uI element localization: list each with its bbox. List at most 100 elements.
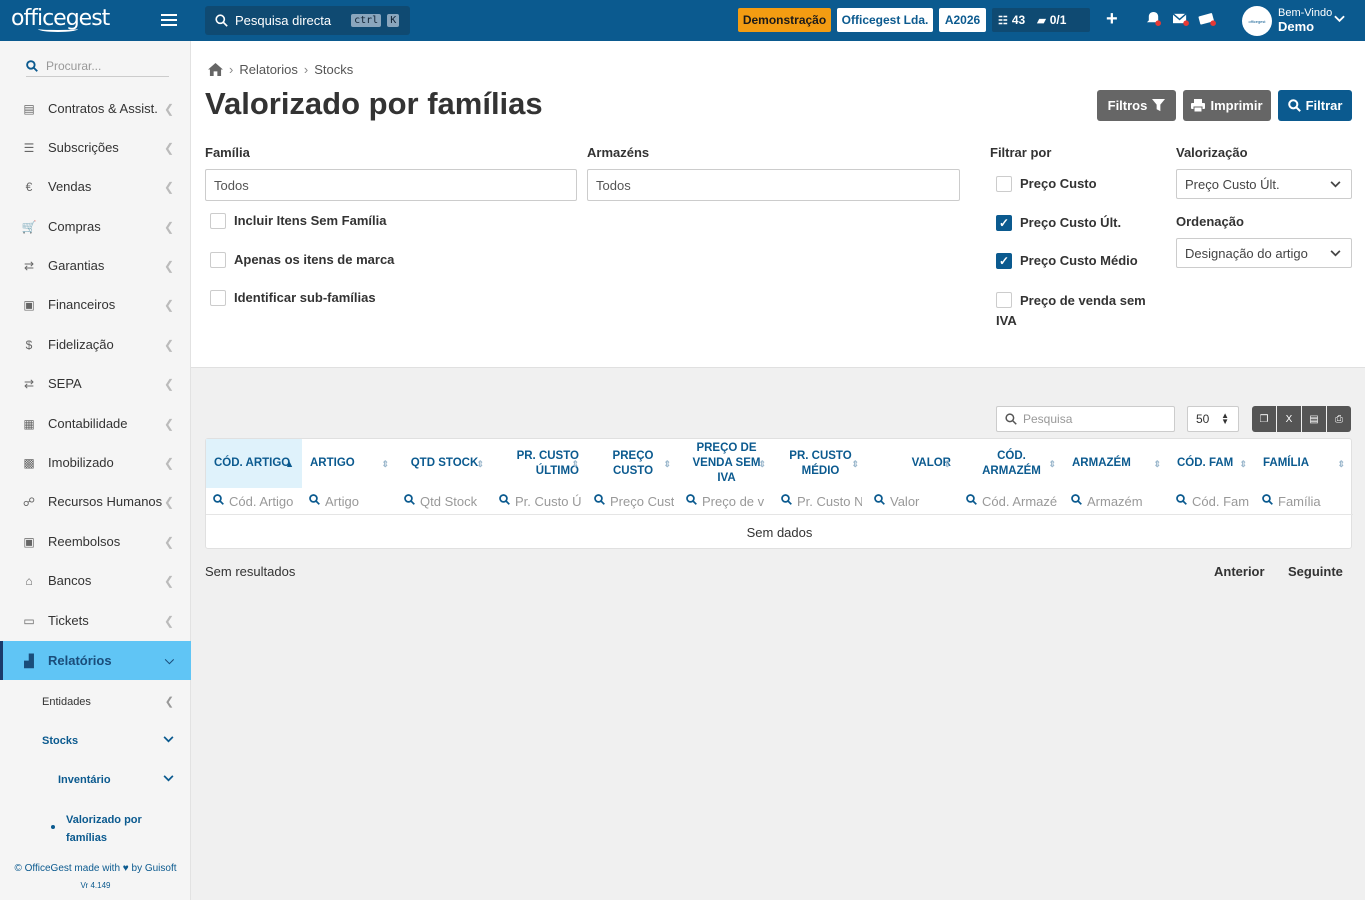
page-size-select[interactable]: 50 ▲ ▼ — [1187, 406, 1239, 432]
sidebar-item-contratos-assist-[interactable]: ▤ Contratos & Assist. ❮ — [0, 89, 191, 128]
column-header[interactable]: VALOR ⇕ — [867, 439, 959, 488]
sort-icon[interactable]: ▲ — [285, 457, 294, 472]
table-search-input[interactable]: Pesquisa — [996, 406, 1175, 432]
sort-icon[interactable]: ⇕ — [1048, 457, 1056, 472]
sidebar-sub-entidades[interactable]: Entidades ❮ — [0, 682, 191, 721]
sort-icon[interactable]: ⇕ — [1239, 457, 1247, 472]
sidebar-item-recursos-humanos[interactable]: ☍ Recursos Humanos ❮ — [0, 482, 191, 521]
column-header[interactable]: PREÇO CUSTO ⇕ — [587, 439, 679, 488]
prev-page-button[interactable]: Anterior — [1214, 564, 1265, 579]
print-table-icon[interactable]: ⎙ — [1327, 406, 1351, 432]
chevron-down-icon[interactable] — [1334, 15, 1345, 23]
column-filter-input[interactable]: Preço de v — [686, 488, 769, 514]
checkbox-box[interactable] — [210, 252, 226, 268]
sidebar-item-bancos[interactable]: ⌂ Bancos ❮ — [0, 561, 191, 600]
sidebar-item-relatórios[interactable]: ▟ Relatórios ⌵ — [0, 641, 191, 680]
sidebar-item-subscrições[interactable]: ☰ Subscrições ❮ — [0, 128, 191, 167]
sidebar-sub-stocks[interactable]: Stocks — [0, 721, 191, 760]
checkbox-box[interactable] — [996, 176, 1012, 192]
checkbox-preco-custo[interactable]: Preço Custo — [996, 176, 1097, 192]
column-header[interactable]: PREÇO DE VENDA SEM IVA ⇕ — [679, 439, 774, 488]
footer-credit[interactable]: © OfficeGest made with ♥ by Guisoft — [0, 863, 191, 874]
checkbox-preco-venda[interactable]: Preço de venda sem IVA — [996, 291, 1156, 331]
column-filter-input[interactable]: Cód. Armazé — [966, 488, 1059, 514]
menu-toggle-icon[interactable] — [161, 14, 177, 26]
sidebar-item-fidelização[interactable]: $ Fidelização ❮ — [0, 325, 191, 364]
sidebar-item-tickets[interactable]: ▭ Tickets ❮ — [0, 601, 191, 640]
sidebar-item-reembolsos[interactable]: ▣ Reembolsos ❮ — [0, 522, 191, 561]
demo-badge[interactable]: Demonstração — [738, 8, 831, 32]
ordenacao-select[interactable]: Designação do artigo — [1176, 238, 1352, 268]
column-filter-input[interactable]: Família — [1262, 488, 1348, 514]
column-filter-input[interactable]: Qtd Stock — [404, 488, 487, 514]
checkbox-box[interactable] — [210, 290, 226, 306]
year-badge[interactable]: A2026 — [939, 8, 986, 32]
column-header[interactable]: PR. CUSTO MÉDIO ⇕ — [774, 439, 867, 488]
column-header[interactable]: CÓD. ARTIGO ▲ — [206, 439, 302, 488]
checkbox-box[interactable] — [996, 292, 1012, 308]
next-page-button[interactable]: Seguinte — [1288, 564, 1343, 579]
checkbox-itens-marca[interactable]: Apenas os itens de marca — [210, 252, 394, 268]
sort-icon[interactable]: ⇕ — [1153, 457, 1161, 472]
filtrar-button[interactable]: Filtrar — [1278, 90, 1352, 121]
checkbox-sem-familia[interactable]: Incluir Itens Sem Família — [210, 213, 386, 229]
sidebar-sub-inventario[interactable]: Inventário — [0, 760, 191, 799]
pdf-icon[interactable]: ▤ — [1302, 406, 1326, 432]
sort-icon[interactable]: ⇕ — [943, 457, 951, 472]
filtros-button[interactable]: Filtros — [1097, 90, 1176, 121]
sort-icon[interactable]: ⇕ — [851, 457, 859, 472]
sidebar-item-compras[interactable]: 🛒 Compras ❮ — [0, 207, 191, 246]
column-header[interactable]: CÓD. ARMAZÉM ⇕ — [959, 439, 1064, 488]
column-filter-input[interactable]: Valor — [874, 488, 954, 514]
logo[interactable]: officegest — [0, 0, 191, 41]
column-header[interactable]: QTD STOCK ⇕ — [397, 439, 492, 488]
column-header[interactable]: FAMÍLIA ⇕ — [1255, 439, 1353, 488]
column-filter-input[interactable]: Cód. Fam — [1176, 488, 1250, 514]
sidebar-item-financeiros[interactable]: ▣ Financeiros ❮ — [0, 285, 191, 324]
column-header[interactable]: ARTIGO ⇕ — [302, 439, 397, 488]
imprimir-button[interactable]: Imprimir — [1183, 90, 1271, 121]
add-icon[interactable]: + — [1106, 8, 1118, 31]
armazens-select[interactable]: Todos — [587, 169, 960, 201]
column-filter-input[interactable]: Pr. Custo N — [781, 488, 862, 514]
column-header[interactable]: CÓD. FAM ⇕ — [1169, 439, 1255, 488]
breadcrumb-relatorios[interactable]: Relatorios — [239, 62, 298, 77]
checkbox-box[interactable] — [210, 213, 226, 229]
sidebar-item-imobilizado[interactable]: ▩ Imobilizado ❮ — [0, 443, 191, 482]
sort-icon[interactable]: ⇕ — [663, 457, 671, 472]
sidebar-item-garantias[interactable]: ⇄ Garantias ❮ — [0, 246, 191, 285]
user-menu[interactable]: Bem-Vindo Demo — [1278, 7, 1332, 33]
column-filter-input[interactable]: Artigo — [309, 488, 392, 514]
sidebar-item-vendas[interactable]: € Vendas ❮ — [0, 167, 191, 206]
copy-icon[interactable]: ❐ — [1252, 406, 1276, 432]
column-filter-input[interactable]: Armazém — [1071, 488, 1164, 514]
bell-icon[interactable] — [1146, 11, 1161, 30]
sort-icon[interactable]: ⇕ — [758, 457, 766, 472]
quick-search[interactable]: Pesquisa directa ctrl K — [205, 6, 410, 35]
checkbox-preco-custo-medio[interactable]: ✓ Preço Custo Médio — [996, 253, 1138, 269]
familia-select[interactable]: Todos — [205, 169, 577, 201]
sort-icon[interactable]: ⇕ — [381, 457, 389, 472]
ticket-alert-icon[interactable] — [1198, 11, 1217, 30]
checkbox-sub-familias[interactable]: Identificar sub-famílias — [210, 290, 376, 306]
sidebar-item-sepa[interactable]: ⇄ SEPA ❮ — [0, 364, 191, 403]
checkbox-preco-custo-ult[interactable]: ✓ Preço Custo Últ. — [996, 215, 1121, 231]
check-icon[interactable]: ✓ — [996, 215, 1012, 231]
sidebar-item-contabilidade[interactable]: ▦ Contabilidade ❮ — [0, 404, 191, 443]
company-badge[interactable]: Officegest Lda. — [837, 8, 933, 32]
avatar[interactable]: officegest — [1242, 6, 1272, 36]
sort-icon[interactable]: ⇕ — [476, 457, 484, 472]
check-icon[interactable]: ✓ — [996, 253, 1012, 269]
mail-icon[interactable] — [1172, 11, 1189, 30]
column-filter-input[interactable]: Cód. Artigo — [213, 488, 297, 514]
home-icon[interactable] — [208, 63, 223, 76]
excel-icon[interactable]: X — [1277, 406, 1301, 432]
column-header[interactable]: ARMAZÉM ⇕ — [1064, 439, 1169, 488]
sidebar-search[interactable]: Procurar... — [26, 55, 169, 77]
sort-icon[interactable]: ⇕ — [1337, 457, 1345, 472]
sidebar-sub-valorizado[interactable]: Valorizado por famílias — [66, 811, 142, 847]
valorizacao-select[interactable]: Preço Custo Últ. — [1176, 169, 1352, 199]
counters[interactable]: ☷ 43 ▰ 0/1 — [992, 8, 1090, 32]
sort-icon[interactable]: ⇕ — [571, 457, 579, 472]
breadcrumb-stocks[interactable]: Stocks — [314, 62, 353, 77]
